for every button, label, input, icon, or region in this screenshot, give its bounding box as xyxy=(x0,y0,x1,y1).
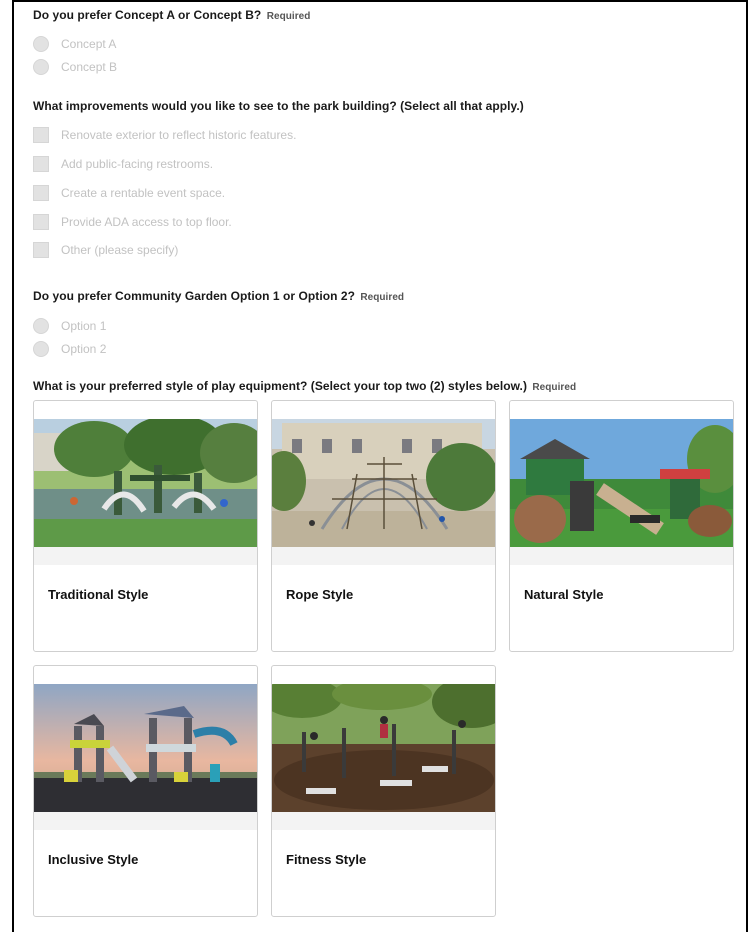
radio-button[interactable] xyxy=(33,59,49,75)
style-card-inclusive[interactable]: Inclusive Style xyxy=(33,665,258,917)
natural-style-photo xyxy=(510,419,733,547)
question-concept: Do you prefer Concept A or Concept B? Re… xyxy=(33,8,310,22)
required-label: Required xyxy=(532,382,577,393)
question-play-text: What is your preferred style of play equ… xyxy=(33,379,527,393)
rope-style-photo xyxy=(272,419,495,547)
card-footer-band xyxy=(272,547,495,565)
style-card-fitness[interactable]: Fitness Style xyxy=(271,665,496,917)
checkbox-option-renovate[interactable]: Renovate exterior to reflect historic fe… xyxy=(33,126,296,144)
question-concept-text: Do you prefer Concept A or Concept B? xyxy=(33,8,262,22)
card-title: Fitness Style xyxy=(286,852,367,867)
card-footer-band xyxy=(510,547,733,565)
checkbox-option-other[interactable]: Other (please specify) xyxy=(33,241,178,259)
checkbox[interactable] xyxy=(33,156,49,172)
option-label: Add public-facing restrooms. xyxy=(61,157,214,171)
radio-option-concept-a[interactable]: Concept A xyxy=(33,35,116,53)
option-label: Provide ADA access to top floor. xyxy=(61,215,232,229)
option-label: Renovate exterior to reflect historic fe… xyxy=(61,128,297,142)
card-footer-band xyxy=(34,812,257,830)
card-footer-band xyxy=(272,812,495,830)
radio-option-garden-1[interactable]: Option 1 xyxy=(33,317,106,335)
radio-button[interactable] xyxy=(33,341,49,357)
style-card-traditional[interactable]: Traditional Style xyxy=(33,400,258,652)
fitness-style-photo xyxy=(272,684,495,812)
checkbox[interactable] xyxy=(33,242,49,258)
inclusive-style-photo xyxy=(34,684,257,812)
question-building-text: What improvements would you like to see … xyxy=(33,99,524,113)
option-label: Create a rentable event space. xyxy=(61,186,226,200)
option-label: Other (please specify) xyxy=(61,243,179,257)
card-title: Inclusive Style xyxy=(48,852,139,867)
checkbox-option-restrooms[interactable]: Add public-facing restrooms. xyxy=(33,155,213,173)
checkbox[interactable] xyxy=(33,214,49,230)
checkbox-option-event-space[interactable]: Create a rentable event space. xyxy=(33,184,225,202)
card-footer-band xyxy=(34,547,257,565)
question-garden-text: Do you prefer Community Garden Option 1 … xyxy=(33,289,355,303)
option-label: Concept A xyxy=(61,37,117,51)
question-garden: Do you prefer Community Garden Option 1 … xyxy=(33,289,404,303)
checkbox[interactable] xyxy=(33,127,49,143)
option-label: Option 2 xyxy=(61,342,107,356)
option-label: Option 1 xyxy=(61,319,107,333)
checkbox[interactable] xyxy=(33,185,49,201)
question-play: What is your preferred style of play equ… xyxy=(33,379,576,393)
radio-option-concept-b[interactable]: Concept B xyxy=(33,58,117,76)
radio-option-garden-2[interactable]: Option 2 xyxy=(33,340,106,358)
card-title: Traditional Style xyxy=(48,587,149,602)
checkbox-option-ada[interactable]: Provide ADA access to top floor. xyxy=(33,213,232,231)
required-label: Required xyxy=(266,11,311,22)
required-label: Required xyxy=(360,292,405,303)
card-title: Natural Style xyxy=(524,587,604,602)
style-card-natural[interactable]: Natural Style xyxy=(509,400,734,652)
option-label: Concept B xyxy=(61,60,118,74)
radio-button[interactable] xyxy=(33,318,49,334)
traditional-style-photo xyxy=(34,419,257,547)
style-card-rope[interactable]: Rope Style xyxy=(271,400,496,652)
radio-button[interactable] xyxy=(33,36,49,52)
card-title: Rope Style xyxy=(286,587,354,602)
question-building: What improvements would you like to see … xyxy=(33,99,524,113)
